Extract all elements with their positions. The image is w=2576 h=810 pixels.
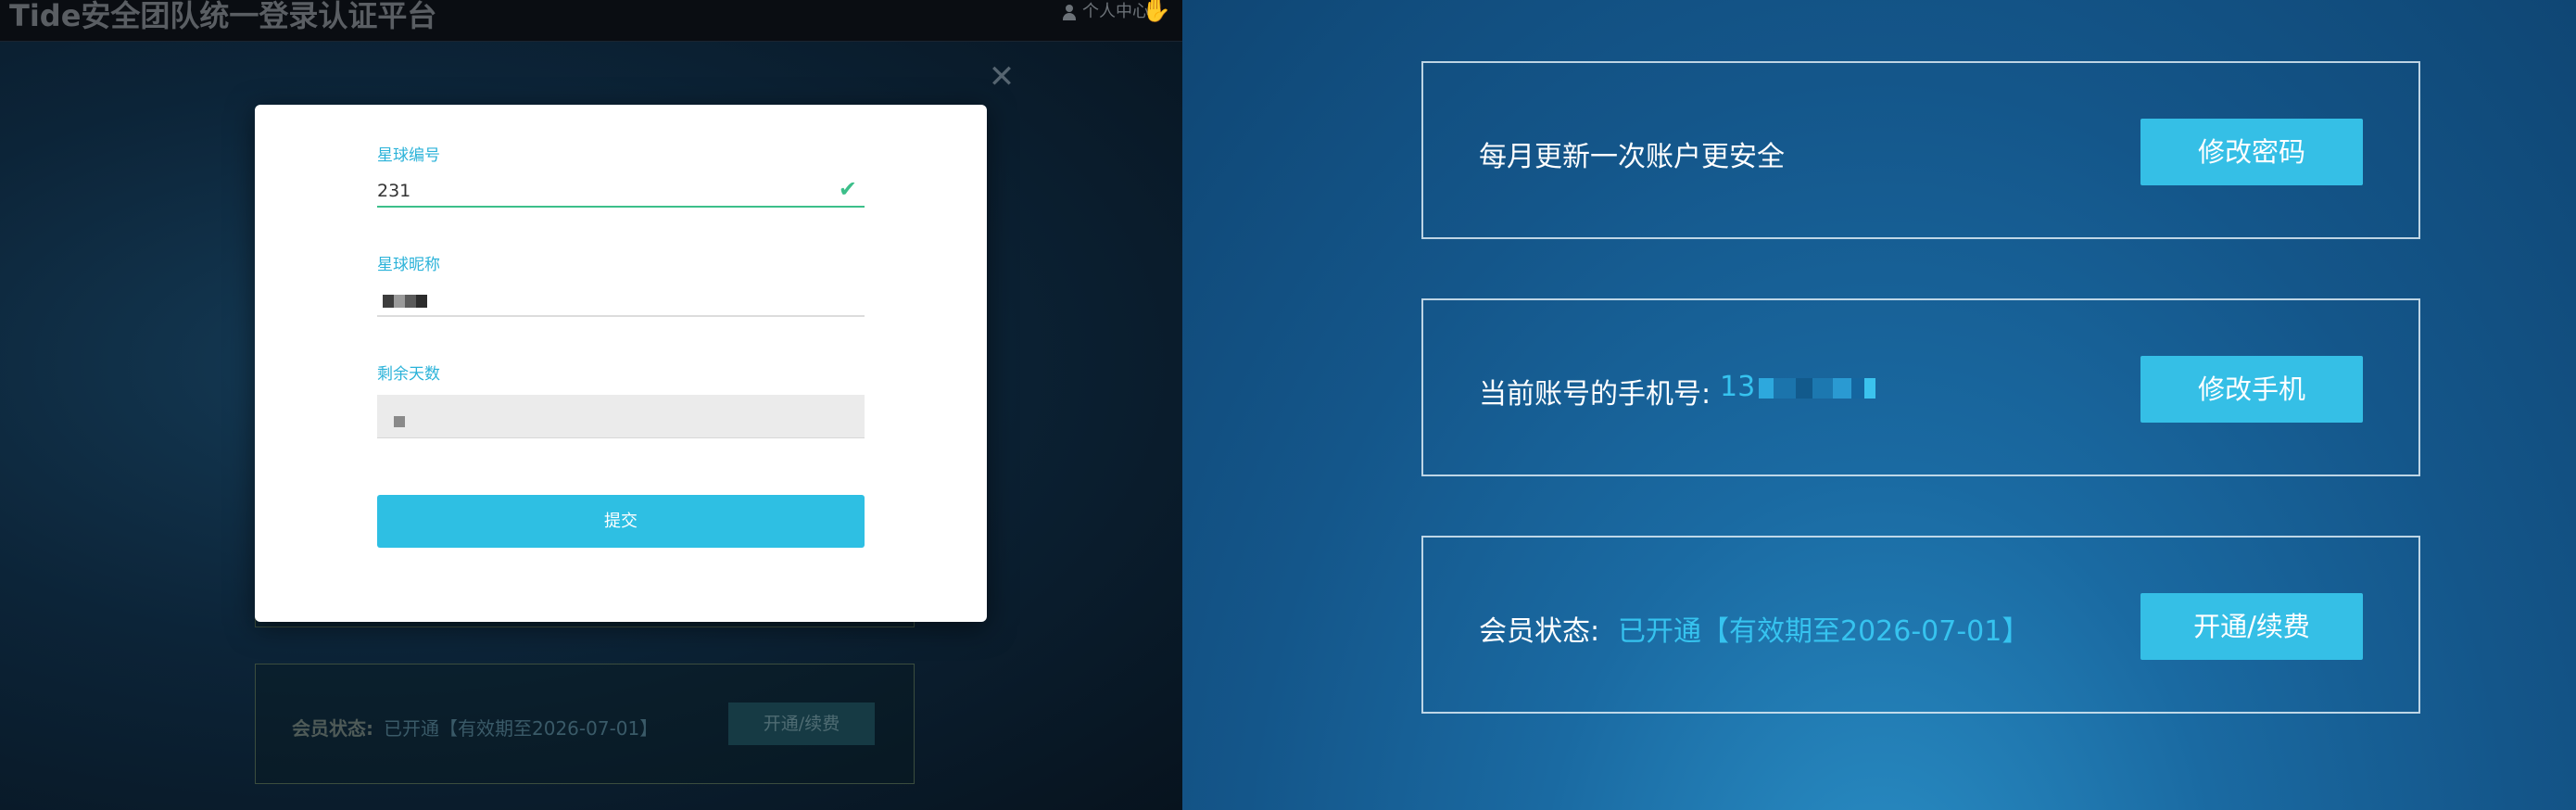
- membership-card: 会员状态: 已开通【有效期至2026-07-01】 开通/续费: [1421, 536, 2420, 714]
- pointer-hand-icon: ✋: [1141, 0, 1171, 24]
- remaining-days-input: [377, 395, 865, 438]
- phone-card: 当前账号的手机号: 13 修改手机: [1421, 298, 2420, 476]
- remaining-days-field: 剩余天数: [377, 361, 865, 438]
- renew-membership-button[interactable]: 开通/续费: [2140, 593, 2363, 660]
- planet-id-value: 231: [377, 181, 411, 201]
- planet-nickname-input[interactable]: [377, 287, 865, 317]
- user-center-link[interactable]: 个人中心: [1062, 0, 1149, 24]
- membership-label: 会员状态:: [1479, 615, 1600, 648]
- right-account-panel: 每月更新一次账户更安全 修改密码 当前账号的手机号: 13 修改手机 会员状态:…: [1182, 0, 2576, 810]
- planet-id-input[interactable]: 231 ✔: [377, 176, 865, 208]
- edit-info-modal: 星球编号 231 ✔ 星球昵称 剩余天数 提交: [255, 105, 987, 622]
- submit-button[interactable]: 提交: [377, 495, 865, 548]
- change-phone-button[interactable]: 修改手机: [2140, 356, 2363, 423]
- check-icon: ✔: [838, 176, 857, 202]
- background-member-label: 会员状态:: [292, 717, 373, 740]
- planet-id-label: 星球编号: [377, 146, 440, 165]
- redacted-days: [377, 395, 405, 434]
- app-title: Tide安全团队统一登录认证平台: [9, 0, 437, 33]
- background-renew-button[interactable]: 开通/续费: [728, 702, 875, 745]
- planet-nickname-field: 星球昵称: [377, 251, 865, 317]
- membership-status-value: 已开通【有效期至2026-07-01】: [1618, 615, 2030, 648]
- remaining-days-label: 剩余天数: [377, 365, 440, 384]
- redacted-nickname: [377, 287, 427, 313]
- user-center-label: 个人中心: [1082, 2, 1149, 21]
- planet-id-field: 星球编号 231 ✔: [377, 142, 865, 208]
- redacted-phone: [1759, 371, 1876, 403]
- top-bar: Tide安全团队统一登录认证平台 个人中心 ✋: [0, 0, 1182, 42]
- phone-number-prefix: 13: [1720, 371, 1756, 403]
- password-card-label: 每月更新一次账户更安全: [1479, 141, 1785, 173]
- phone-card-label: 当前账号的手机号:: [1479, 378, 1711, 411]
- planet-nickname-label: 星球昵称: [377, 256, 440, 274]
- user-icon: [1062, 4, 1077, 20]
- background-member-value: 已开通【有效期至2026-07-01】: [384, 717, 659, 740]
- password-card: 每月更新一次账户更安全 修改密码: [1421, 61, 2420, 239]
- left-screenshot-panel: Tide安全团队统一登录认证平台 个人中心 ✋ ✕ 会员状态: 已开通【有效期至…: [0, 0, 1182, 810]
- change-password-button[interactable]: 修改密码: [2140, 119, 2363, 185]
- modal-close-icon[interactable]: ✕: [988, 61, 1016, 93]
- phone-number-value: 13: [1720, 371, 1876, 403]
